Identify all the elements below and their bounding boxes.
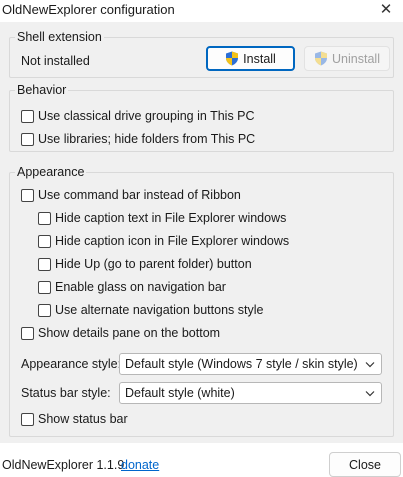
window-title: OldNewExplorer configuration [2,2,175,17]
checkbox-box[interactable] [38,280,51,294]
behavior-legend: Behavior [17,83,67,97]
install-button[interactable]: Install [206,46,295,71]
checkbox-label: Hide caption icon in File Explorer windo… [55,234,290,248]
uac-shield-icon [226,51,239,66]
checkbox-label: Use alternate navigation buttons style [55,303,264,317]
status-bar-style-label: Status bar style: [21,386,111,400]
shell-extension-status: Not installed [21,54,90,68]
checkbox-box[interactable] [21,132,34,146]
checkbox-label: Hide Up (go to parent folder) button [55,257,252,271]
close-button-label: Close [349,457,381,472]
checkbox-box[interactable] [21,412,34,426]
hide-caption-text-checkbox[interactable]: Hide caption text in File Explorer windo… [38,211,286,225]
version-label: OldNewExplorer 1.1.9 [2,458,125,472]
donate-link[interactable]: donate [121,458,159,472]
checkbox-box[interactable] [38,234,51,248]
use-libraries-checkbox[interactable]: Use libraries; hide folders from This PC [21,132,255,146]
checkbox-label: Hide caption text in File Explorer windo… [55,211,287,225]
alternate-nav-buttons-checkbox[interactable]: Use alternate navigation buttons style [38,303,263,317]
checkbox-label: Use classical drive grouping in This PC [38,109,255,123]
checkbox-box[interactable] [38,303,51,317]
show-status-bar-checkbox[interactable]: Show status bar [21,412,128,426]
close-button[interactable]: Close [329,452,401,477]
footer-bar: OldNewExplorer 1.1.9 donate Close [0,443,403,477]
uac-shield-icon [315,51,328,66]
install-button-label: Install [243,51,276,66]
checkbox-label: Use libraries; hide folders from This PC [38,132,256,146]
title-bar: OldNewExplorer configuration ✕ [0,0,403,22]
chevron-down-icon [365,362,375,368]
status-bar-style-select[interactable]: Default style (white) [119,382,382,404]
uninstall-button[interactable]: Uninstall [304,46,390,71]
checkbox-box[interactable] [21,109,34,123]
checkbox-label: Show status bar [38,412,128,426]
details-pane-checkbox[interactable]: Show details pane on the bottom [21,326,220,340]
checkbox-label: Use command bar instead of Ribbon [38,188,241,202]
uninstall-button-label: Uninstall [332,51,380,66]
appearance-legend: Appearance [17,165,85,179]
checkbox-box[interactable] [21,188,34,202]
chevron-down-icon [365,391,375,397]
checkbox-box[interactable] [21,326,34,340]
hide-up-button-checkbox[interactable]: Hide Up (go to parent folder) button [38,257,252,271]
checkbox-box[interactable] [38,257,51,271]
window-close-icon[interactable]: ✕ [375,0,397,20]
checkbox-label: Enable glass on navigation bar [55,280,226,294]
appearance-style-select[interactable]: Default style (Windows 7 style / skin st… [119,353,382,375]
checkbox-box[interactable] [38,211,51,225]
appearance-style-label: Appearance style: [21,357,122,371]
shell-extension-legend: Shell extension [17,30,102,44]
command-bar-checkbox[interactable]: Use command bar instead of Ribbon [21,188,241,202]
dialog-body: Shell extension Not installed Install Un… [0,22,403,443]
checkbox-label: Show details pane on the bottom [38,326,221,340]
status-bar-style-value: Default style (white) [125,386,235,400]
classical-drive-grouping-checkbox[interactable]: Use classical drive grouping in This PC [21,109,255,123]
enable-glass-checkbox[interactable]: Enable glass on navigation bar [38,280,226,294]
appearance-style-value: Default style (Windows 7 style / skin st… [125,357,358,371]
hide-caption-icon-checkbox[interactable]: Hide caption icon in File Explorer windo… [38,234,289,248]
